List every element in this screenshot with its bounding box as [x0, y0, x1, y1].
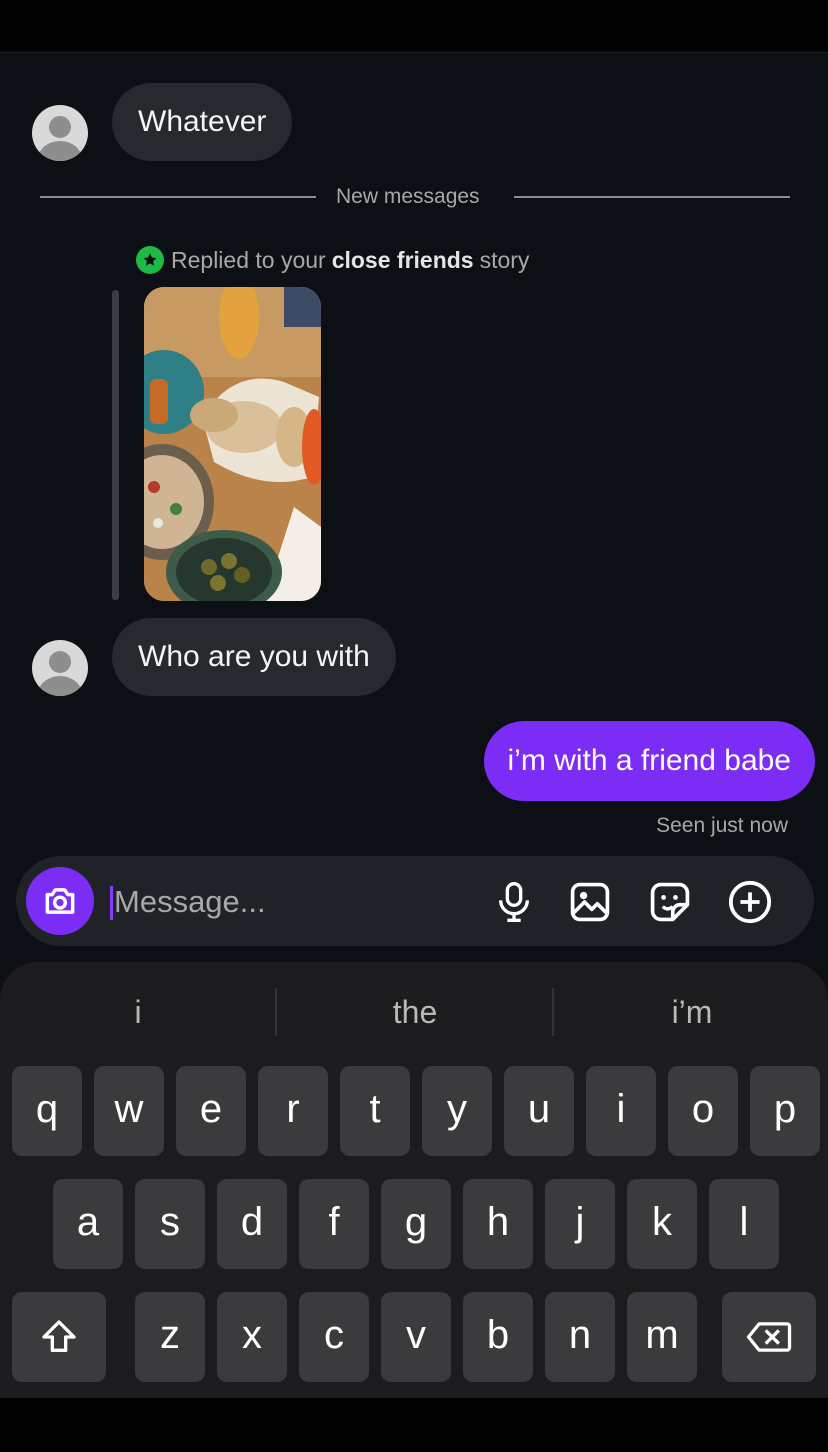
message-bubble-outgoing[interactable]: i’m with a friend babe — [483, 721, 815, 801]
suggestion-1[interactable]: i — [0, 986, 276, 1038]
key-e[interactable]: e — [176, 1066, 246, 1156]
key-w[interactable]: w — [94, 1066, 164, 1156]
key-p[interactable]: p — [750, 1066, 820, 1156]
suggestion-3[interactable]: i’m — [554, 986, 828, 1038]
star-icon — [136, 246, 164, 274]
key-l[interactable]: l — [709, 1179, 779, 1269]
sticker-icon — [650, 882, 690, 922]
key-d[interactable]: d — [217, 1179, 287, 1269]
key-r[interactable]: r — [258, 1066, 328, 1156]
key-x[interactable]: x — [217, 1292, 287, 1382]
reply-indicator-bar — [112, 290, 119, 600]
message-composer — [16, 856, 814, 946]
divider-line-right — [514, 196, 790, 198]
more-button[interactable] — [726, 878, 774, 926]
key-s[interactable]: s — [135, 1179, 205, 1269]
key-z[interactable]: z — [135, 1292, 205, 1382]
backspace-icon — [746, 1322, 792, 1352]
key-b[interactable]: b — [463, 1292, 533, 1382]
shift-key[interactable] — [12, 1292, 106, 1382]
key-k[interactable]: k — [627, 1179, 697, 1269]
microphone-icon — [499, 882, 529, 922]
keyboard: i the i’m q w e r t y u i o p a s d f g … — [0, 962, 828, 1398]
key-j[interactable]: j — [545, 1179, 615, 1269]
divider-line-left — [40, 196, 316, 198]
key-n[interactable]: n — [545, 1292, 615, 1382]
avatar-icon[interactable] — [32, 105, 88, 161]
microphone-button[interactable] — [490, 878, 538, 926]
story-reply-post: story — [479, 246, 530, 273]
key-m[interactable]: m — [627, 1292, 697, 1382]
key-v[interactable]: v — [381, 1292, 451, 1382]
seen-status: Seen just now — [656, 814, 788, 837]
backspace-key[interactable] — [722, 1292, 816, 1382]
key-q[interactable]: q — [12, 1066, 82, 1156]
message-bubble-incoming[interactable]: Whatever — [112, 83, 293, 161]
text-caret — [110, 886, 113, 920]
camera-button[interactable] — [26, 867, 94, 935]
story-thumbnail[interactable] — [144, 287, 321, 601]
key-f[interactable]: f — [299, 1179, 369, 1269]
key-y[interactable]: y — [422, 1066, 492, 1156]
message-bubble-incoming[interactable]: Who are you with — [112, 618, 396, 696]
key-t[interactable]: t — [340, 1066, 410, 1156]
plus-icon — [728, 880, 772, 924]
key-g[interactable]: g — [381, 1179, 451, 1269]
shift-icon — [42, 1320, 76, 1352]
message-input[interactable] — [114, 880, 414, 924]
suggestion-2[interactable]: the — [277, 986, 553, 1038]
key-u[interactable]: u — [504, 1066, 574, 1156]
story-reply-bold: close friends — [331, 246, 474, 273]
key-h[interactable]: h — [463, 1179, 533, 1269]
status-bar — [0, 0, 828, 52]
gallery-icon — [570, 882, 610, 922]
camera-icon — [45, 888, 75, 914]
new-messages-divider: New messages — [336, 185, 480, 208]
sticker-button[interactable] — [646, 878, 694, 926]
bottom-bar — [0, 1398, 828, 1452]
key-o[interactable]: o — [668, 1066, 738, 1156]
key-i[interactable]: i — [586, 1066, 656, 1156]
key-a[interactable]: a — [53, 1179, 123, 1269]
key-c[interactable]: c — [299, 1292, 369, 1382]
avatar-icon[interactable] — [32, 640, 88, 696]
story-reply-label: Replied to your close friends story — [136, 246, 529, 274]
story-reply-pre: Replied to your — [171, 246, 326, 273]
gallery-button[interactable] — [566, 878, 614, 926]
